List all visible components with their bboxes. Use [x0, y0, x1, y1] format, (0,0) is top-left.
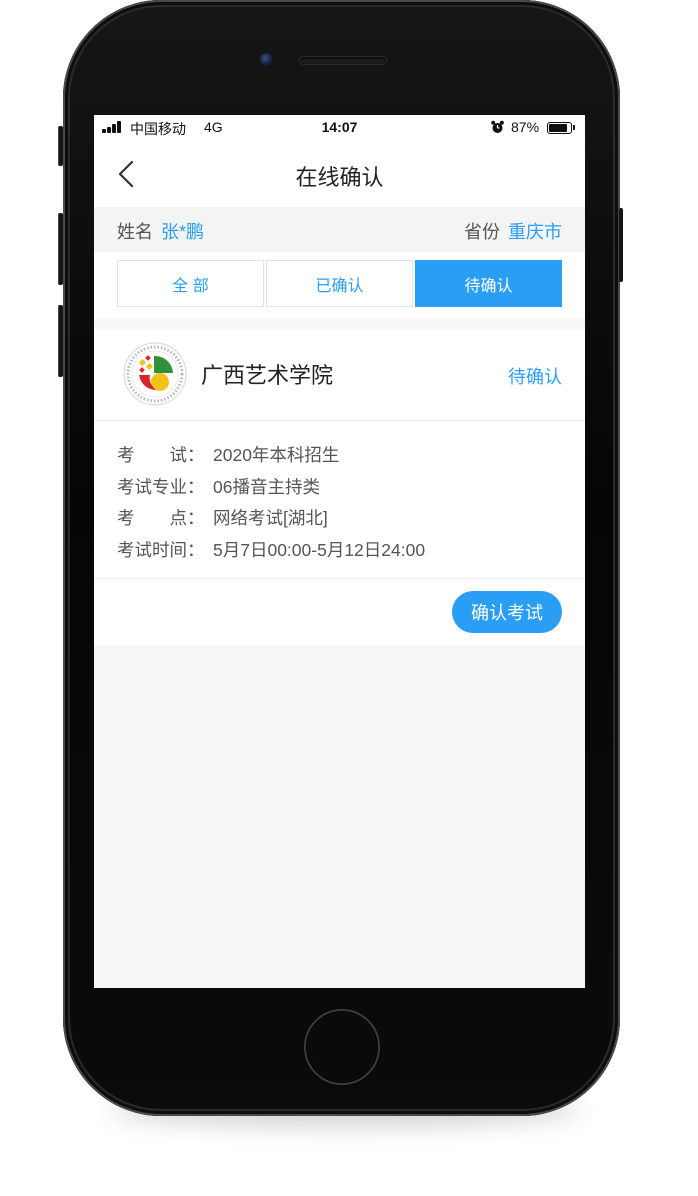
nav-bar: 在线确认	[94, 140, 585, 207]
earpiece-speaker	[300, 57, 386, 64]
detail-value: 2020年本科招生	[213, 445, 340, 465]
battery-level	[549, 124, 568, 132]
name-label: 姓名	[117, 222, 153, 242]
detail-value: 5月7日00:00-5月12日24:00	[213, 539, 426, 560]
battery-icon	[547, 122, 572, 134]
detail-label: 考 试：	[117, 445, 205, 465]
name-field: 姓名 张*鹏	[117, 218, 204, 244]
card-header: 广西艺术学院 待确认	[94, 330, 585, 421]
detail-row-location: 考 点： 网络考试[湖北]	[117, 503, 425, 535]
province-field: 省份 重庆市	[464, 218, 562, 244]
phone-screen: 中国移动 4G 14:07 87% 在线确认 姓名 张*鹏 省份 重庆市 全 部…	[94, 115, 585, 988]
exam-card: 广西艺术学院 待确认 考 试： 2020年本科招生 考试专业： 06播音主持类 考 …	[94, 330, 585, 645]
school-name: 广西艺术学院	[201, 363, 334, 388]
school-logo	[123, 342, 187, 406]
province-label: 省份	[464, 222, 500, 242]
detail-row-exam: 考 试： 2020年本科招生	[117, 440, 425, 472]
tab-confirmed[interactable]: 已确认	[266, 260, 413, 307]
page-title: 在线确认	[295, 165, 384, 190]
mute-switch	[58, 126, 63, 166]
status-badge: 待确认	[508, 367, 562, 387]
detail-value: 06播音主持类	[213, 476, 320, 497]
detail-label: 考 点：	[117, 508, 205, 528]
province-value: 重庆市	[508, 222, 562, 242]
candidate-info-row: 姓名 张*鹏 省份 重庆市	[94, 207, 585, 252]
tab-all[interactable]: 全 部	[117, 260, 264, 307]
exam-details: 考 试： 2020年本科招生 考试专业： 06播音主持类 考 点： 网络考试[湖北] …	[117, 440, 425, 566]
front-camera	[260, 53, 273, 66]
filter-tabs: 全 部 已确认 待确认	[117, 260, 562, 307]
volume-down-button	[58, 305, 63, 377]
detail-row-time: 考试时间： 5月7日00:00-5月12日24:00	[117, 535, 425, 567]
status-bar: 中国移动 4G 14:07 87%	[94, 115, 585, 140]
confirm-exam-button[interactable]: 确认考试	[452, 591, 562, 633]
alarm-icon	[491, 120, 504, 133]
tab-pending[interactable]: 待确认	[415, 260, 562, 307]
battery-percentage: 87%	[511, 119, 540, 135]
detail-label: 考试时间：	[117, 539, 205, 560]
detail-label: 考试专业：	[117, 476, 205, 497]
detail-value: 网络考试[湖北]	[213, 508, 328, 528]
card-divider	[94, 578, 585, 579]
battery-cap	[573, 125, 575, 130]
name-value: 张*鹏	[161, 222, 205, 242]
power-button	[618, 208, 623, 282]
filter-tabs-area: 全 部 已确认 待确认	[94, 252, 585, 318]
volume-up-button	[58, 213, 63, 285]
home-button[interactable]	[304, 1009, 380, 1085]
detail-row-major: 考试专业： 06播音主持类	[117, 472, 425, 504]
